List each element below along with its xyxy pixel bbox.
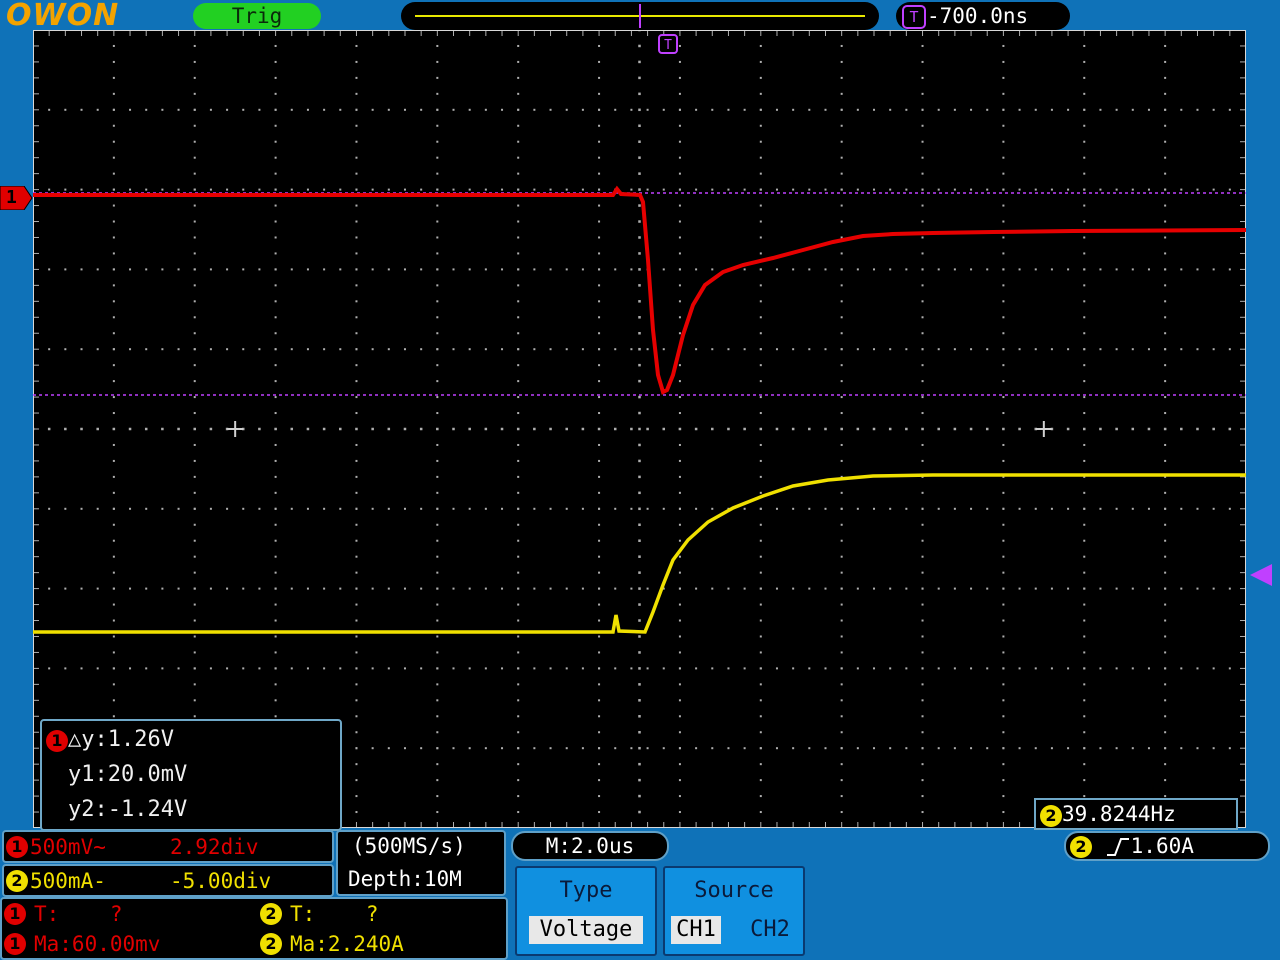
ch1-offset: 2.92div (170, 835, 259, 859)
cursor-readout-panel: 1 △y:1.26V y1:20.0mV y2:-1.24V (40, 719, 342, 831)
ch2-info-panel[interactable]: 2 500mA- -5.00div (2, 864, 334, 897)
memory-depth: Depth:10M (348, 867, 462, 891)
ch1-level-marker-icon[interactable]: 1 (0, 185, 33, 211)
trigger-time-marker-label: T (664, 38, 672, 53)
measurement-panel: 1 T: ? 2 T: ? 1 Ma:60.00mv 2 Ma:2.240A (0, 897, 508, 960)
type-voltage-option[interactable]: Voltage (529, 916, 643, 944)
ch2-waveform (33, 473, 1246, 634)
source-menu-title: Source (694, 878, 774, 903)
timebase-display[interactable]: M:2.0us (511, 831, 669, 861)
ch2-badge: 2 (6, 870, 28, 892)
ch2-period-value: T: ? (290, 902, 379, 926)
cursor-channel-badge: 1 (46, 730, 68, 752)
frequency-value: 39.8244Hz (1062, 802, 1176, 826)
trigger-level-arrow-icon[interactable] (1250, 564, 1272, 590)
ch1-scale: 500mV~ (30, 835, 106, 859)
meas-ch1-period-badge: 1 (4, 903, 26, 925)
trigger-icon: T (902, 5, 926, 29)
type-menu-button[interactable]: Type Voltage (515, 866, 657, 956)
time-position-bar (401, 2, 879, 30)
trigger-level-value: 1.60A (1130, 834, 1194, 858)
ch1-mean-value: Ma:60.00mv (34, 932, 161, 956)
cursor-y1-value: y1:20.0mV (68, 762, 188, 787)
cursor-y2-value: y2:-1.24V (68, 797, 188, 822)
ch2-mean-value: Ma:2.240A (290, 932, 404, 956)
freq-channel-badge: 2 (1040, 805, 1062, 827)
ch1-waveform (33, 185, 1246, 395)
waveform-display[interactable]: T (33, 30, 1246, 828)
owon-logo: OWON (6, 0, 120, 33)
source-ch2-option[interactable]: CH2 (743, 916, 797, 944)
sample-rate: (500MS/s) (352, 834, 466, 858)
meas-ch1-mean-badge: 1 (4, 933, 26, 955)
ch2-scale: 500mA- (30, 869, 106, 893)
ch2-offset: -5.00div (170, 869, 272, 893)
frequency-counter: 2 39.8244Hz (1034, 798, 1238, 830)
ch1-badge: 1 (6, 836, 28, 858)
acquisition-panel: (500MS/s) Depth:10M (336, 830, 506, 896)
type-menu-title: Type (559, 878, 613, 903)
trigger-offset-display: T -700.0ns (896, 2, 1070, 30)
trigger-source-badge: 2 (1070, 836, 1092, 858)
rising-edge-icon (1106, 838, 1129, 856)
meas-ch2-mean-badge: 2 (260, 933, 282, 955)
waveform-svg: T (33, 30, 1246, 828)
trigger-setting-display[interactable]: 2 1.60A (1064, 831, 1270, 861)
cursor-delta-y: △y:1.26V (68, 727, 174, 752)
graticule (33, 30, 1246, 828)
trigger-position-marker (639, 4, 641, 28)
source-ch1-option[interactable]: CH1 (671, 916, 721, 944)
trigger-offset-value: -700.0ns (927, 4, 1029, 28)
meas-ch2-period-badge: 2 (260, 903, 282, 925)
ch1-info-panel[interactable]: 1 500mV~ 2.92div (2, 830, 334, 863)
ch1-level-marker-label: 1 (6, 187, 17, 208)
ch1-period-value: T: ? (34, 902, 123, 926)
source-menu-button[interactable]: Source CH1 CH2 (663, 866, 805, 956)
trig-status-badge: Trig (193, 3, 321, 29)
